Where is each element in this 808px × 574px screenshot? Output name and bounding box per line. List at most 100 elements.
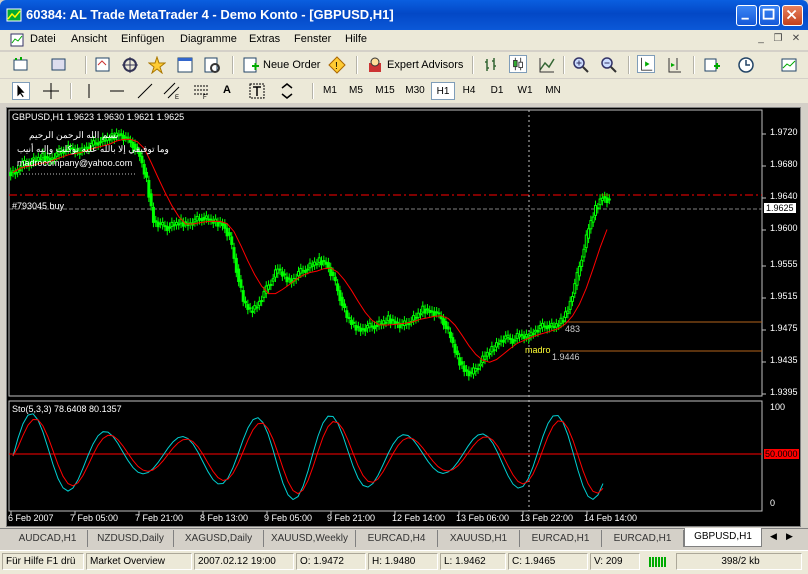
profiles-icon[interactable]	[50, 56, 68, 74]
candle-body	[478, 363, 482, 367]
candle-body	[446, 326, 450, 330]
zoom-out-icon[interactable]	[600, 56, 618, 74]
tab-gbpusd-h1[interactable]: GBPUSD,H1	[684, 528, 762, 547]
metaeditor-icon[interactable]: !	[328, 56, 346, 74]
templates-icon[interactable]	[780, 56, 798, 74]
tab-xagusd-daily[interactable]: XAGUSD,Daily	[174, 530, 264, 547]
candle-body	[9, 171, 13, 177]
candle-body	[554, 323, 558, 328]
timeframe-m5[interactable]: M5	[344, 82, 368, 100]
mdi-restore-icon[interactable]: ❐	[771, 32, 785, 46]
timeframe-mn[interactable]: MN	[540, 82, 566, 100]
candle-body	[165, 225, 169, 231]
order-label: #793045 buy	[12, 201, 65, 211]
candle-body	[499, 339, 503, 343]
terminal-icon[interactable]	[176, 56, 194, 74]
tab-eurcad-h1[interactable]: EURCAD,H1	[520, 530, 602, 547]
menu-extras[interactable]: Extras	[249, 33, 280, 45]
candle-body	[18, 169, 22, 172]
strategy-tester-icon[interactable]	[203, 56, 221, 74]
menu-fenster[interactable]: Fenster	[294, 33, 331, 45]
expert-advisors-icon[interactable]	[366, 56, 384, 74]
navigator-icon[interactable]	[121, 56, 139, 74]
trendline-icon[interactable]	[136, 82, 154, 100]
tab-xauusd-weekly[interactable]: XAUUSD,Weekly	[264, 530, 356, 547]
tab-eurcad-h4[interactable]: EURCAD,H4	[356, 530, 438, 547]
cursor-icon[interactable]	[12, 82, 30, 100]
candle-body	[603, 196, 607, 199]
crosshair-icon[interactable]	[42, 82, 60, 100]
status-profile: Market Overview	[86, 553, 192, 570]
status-open: O: 1.9472	[296, 553, 366, 570]
candle-body	[248, 307, 252, 310]
candle-body	[430, 310, 434, 313]
price-label: 1.9720	[770, 127, 798, 137]
candle-body	[531, 333, 535, 336]
market-watch-icon[interactable]	[94, 56, 112, 74]
line-chart-icon[interactable]	[538, 56, 556, 74]
vertical-line-icon[interactable]	[80, 82, 98, 100]
chart-shift-icon[interactable]	[665, 56, 683, 74]
price-chart-canvas[interactable]	[7, 108, 802, 528]
candle-body	[462, 365, 466, 372]
arrows-icon[interactable]	[278, 82, 296, 100]
menu-ansicht[interactable]: Ansicht	[71, 33, 107, 45]
candle-body	[257, 300, 261, 306]
tab-scroll-left-icon[interactable]: ◀	[770, 531, 777, 542]
periods-clock-icon[interactable]	[737, 56, 755, 74]
timeframe-m15[interactable]: M15	[371, 82, 399, 100]
text-tool[interactable]: A	[223, 84, 231, 96]
candle-body	[566, 310, 570, 314]
candle-body	[352, 321, 356, 324]
candle-body	[570, 296, 574, 302]
favorites-icon[interactable]	[148, 56, 166, 74]
status-datetime: 2007.02.12 19:00	[194, 553, 294, 570]
equidistant-channel-icon[interactable]: E	[163, 82, 181, 100]
candle-body	[149, 193, 153, 207]
candle-body	[504, 335, 508, 340]
menu-einfuegen[interactable]: Einfügen	[121, 33, 164, 45]
timeframe-m30[interactable]: M30	[401, 82, 429, 100]
tab-scroll-right-icon[interactable]: ▶	[786, 531, 793, 542]
candle-body	[368, 322, 372, 328]
tab-eurcad-h1[interactable]: EURCAD,H1	[602, 530, 684, 547]
candle-body	[193, 218, 197, 223]
zoom-in-icon[interactable]	[572, 56, 590, 74]
candlestick-chart-icon[interactable]	[509, 55, 527, 73]
minimize-button[interactable]	[736, 5, 757, 26]
candle-body	[313, 261, 317, 266]
timeframe-w1[interactable]: W1	[513, 82, 537, 100]
tab-nzdusd-daily[interactable]: NZDUSD,Daily	[88, 530, 174, 547]
fibonacci-icon[interactable]: F	[192, 82, 210, 100]
tab-xauusd-h1[interactable]: XAUUSD,H1	[438, 530, 520, 547]
tab-audcad-h1[interactable]: AUDCAD,H1	[8, 530, 88, 547]
indicators-icon[interactable]	[703, 56, 721, 74]
candle-body	[596, 207, 600, 210]
timeframe-m1[interactable]: M1	[318, 82, 342, 100]
timeframe-h1[interactable]: H1	[431, 82, 455, 100]
horizontal-line-icon[interactable]	[108, 82, 126, 100]
new-order-icon[interactable]	[242, 56, 260, 74]
text-label-icon[interactable]	[248, 82, 266, 100]
bar-chart-icon[interactable]	[482, 56, 500, 74]
menu-diagramme[interactable]: Diagramme	[180, 33, 237, 45]
timeframe-h4[interactable]: H4	[457, 82, 481, 100]
new-order-label[interactable]: Neue Order	[263, 59, 320, 71]
candle-body	[301, 269, 305, 273]
expert-advisors-label[interactable]: Expert Advisors	[387, 59, 463, 71]
maximize-button[interactable]	[759, 5, 780, 26]
candle-body	[460, 361, 464, 365]
menu-datei[interactable]: Datei	[30, 33, 56, 45]
candle-body	[363, 328, 367, 332]
chart-window[interactable]: GBPUSD,H1 1.9623 1.9630 1.9621 1.9625 بس…	[6, 107, 801, 527]
mdi-minimize-icon[interactable]: _	[754, 32, 768, 46]
close-button[interactable]	[782, 5, 803, 26]
mdi-close-icon[interactable]: ✕	[789, 32, 803, 46]
price-label: 1.9515	[770, 291, 798, 301]
menu-hilfe[interactable]: Hilfe	[345, 33, 367, 45]
candle-body	[320, 260, 324, 266]
new-chart-icon[interactable]	[12, 56, 30, 74]
stoch-main-line	[12, 413, 604, 501]
timeframe-d1[interactable]: D1	[485, 82, 509, 100]
auto-scroll-icon[interactable]	[637, 55, 655, 73]
